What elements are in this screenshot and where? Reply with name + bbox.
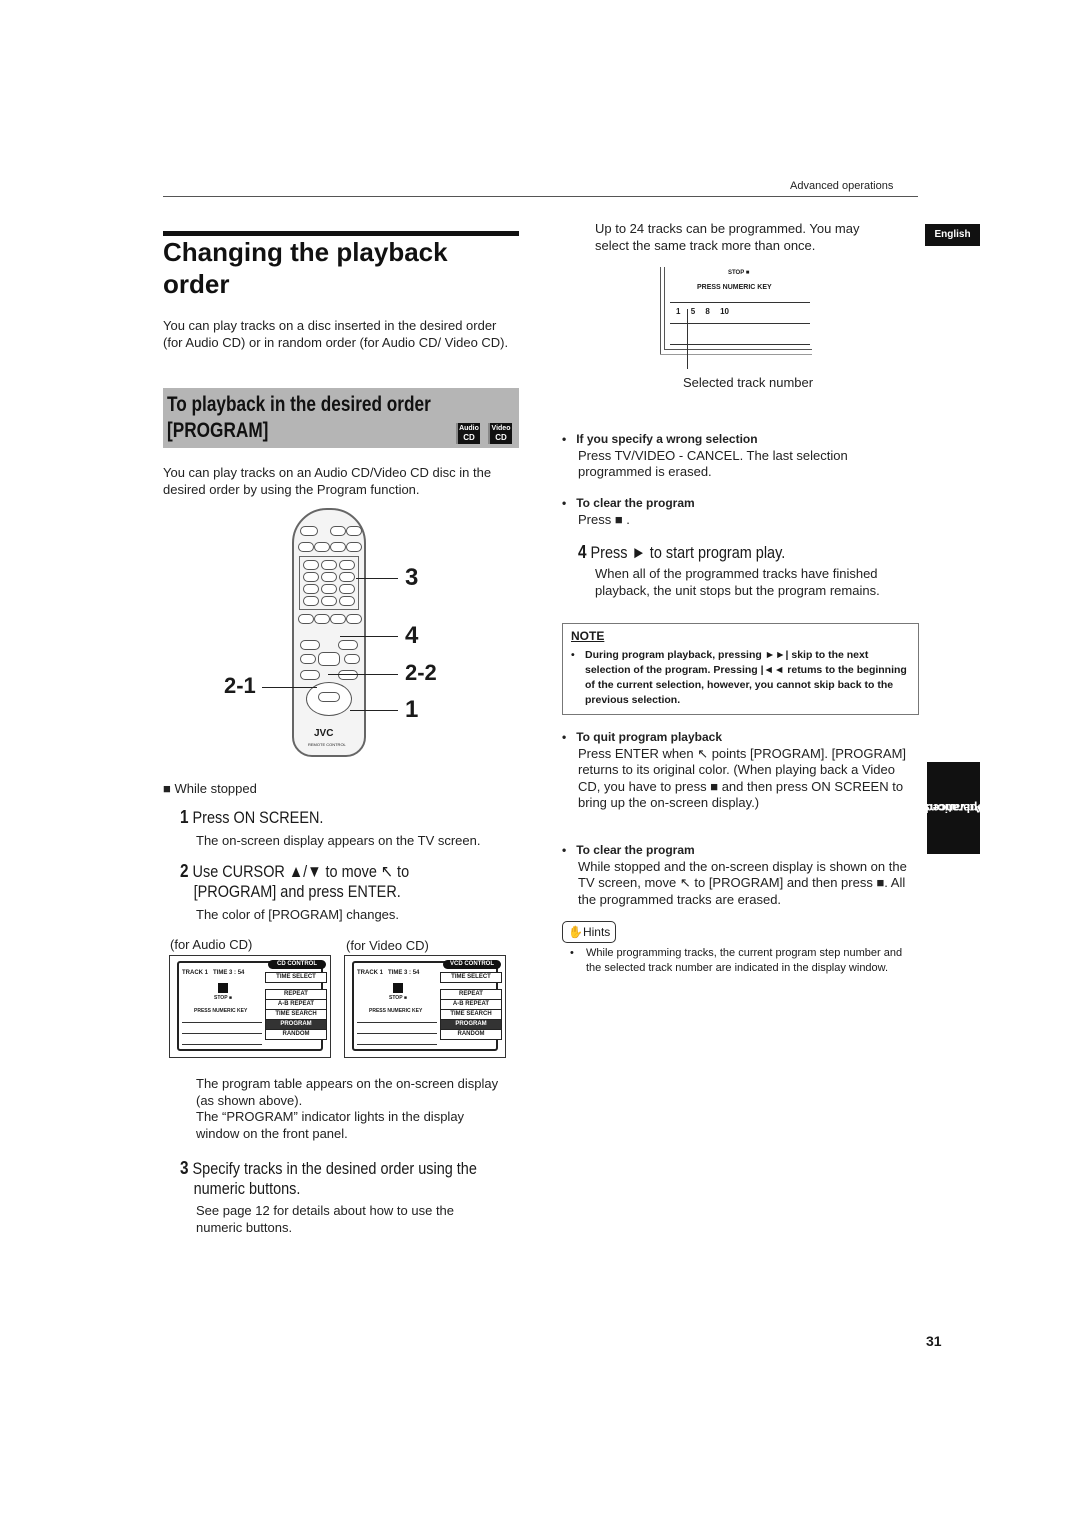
stop-icon — [393, 983, 403, 993]
osd-menu-time-select[interactable]: TIME SELECT — [440, 972, 502, 983]
remote-key — [346, 526, 362, 536]
step-2-detail: The color of [PROGRAM] changes. — [196, 907, 400, 922]
note-box: NOTE • During program playback, pressing … — [562, 623, 919, 715]
page-title: Changing the playback order — [163, 237, 448, 299]
remote-key-10 — [303, 596, 319, 606]
step-3: 3 Specify tracks in the desined order us… — [180, 1158, 477, 1198]
osd-track: TRACK 1 TIME 3 : 54 — [357, 970, 420, 976]
remote-key-5 — [321, 572, 337, 582]
remote-key-9 — [339, 584, 355, 594]
remote-slow-key — [338, 670, 358, 680]
bullet-wrong-selection: • If you specify a wrong selection Press… — [562, 432, 848, 479]
hints-text: • While programming tracks, the current p… — [570, 947, 903, 974]
remote-key-3 — [339, 560, 355, 570]
intro-text: You can play tracks on a disc inserted i… — [163, 318, 509, 350]
osd-caption-audio: (for Audio CD) — [170, 937, 253, 952]
remote-key-8 — [321, 584, 337, 594]
callout-4: 4 — [405, 622, 419, 649]
step-1: 1 Press ON SCREEN. — [180, 807, 324, 827]
audio-cd-badge: Audio CD — [456, 423, 480, 444]
osd-track: TRACK 1 TIME 3 : 54 — [182, 970, 245, 976]
osd-screen-video: VCD CONTROL TRACK 1 TIME 3 : 54 STOP ■ P… — [344, 955, 506, 1058]
remote-key-2 — [321, 560, 337, 570]
osd-slot-grid — [182, 1016, 262, 1045]
osd-menu-random[interactable]: RANDOM — [440, 1029, 502, 1040]
remote-brand: JVC — [314, 728, 334, 739]
osd-tab: VCD CONTROL — [443, 960, 501, 969]
remote-key — [346, 542, 362, 552]
bullet-clear-program: • To clear the program Press ■ . — [562, 496, 695, 527]
callout-line — [350, 710, 398, 711]
remote-key — [330, 526, 346, 536]
remote-play-key — [318, 652, 340, 666]
osd-caption-video: (for Video CD) — [346, 938, 429, 953]
callout-line — [328, 674, 398, 675]
remote-open-close-key — [300, 526, 318, 536]
note-text: • During program playback, pressing ►►| s… — [571, 649, 907, 706]
remote-key — [330, 542, 346, 552]
figure-caption: Selected track number — [683, 375, 814, 390]
remote-stop-key — [300, 654, 316, 664]
header-rule — [163, 196, 918, 197]
program-slot-grid — [670, 294, 810, 345]
remote-key-1 — [303, 560, 319, 570]
hand-icon: ✋ — [568, 925, 583, 939]
section-desc: You can play tracks on an Audio CD/Video… — [163, 465, 492, 497]
remote-control-illustration: JVC REMOTE CONTROL — [292, 508, 366, 757]
remote-key-6 — [339, 572, 355, 582]
pointer-line — [687, 309, 688, 369]
hints-label: ✋Hints — [562, 921, 617, 943]
remote-key — [330, 614, 346, 624]
osd-slot-grid — [357, 1016, 437, 1045]
remote-prev-key — [300, 640, 320, 650]
condition-label: ■ While stopped — [163, 781, 257, 796]
osd-screen-audio: CD CONTROL TRACK 1 TIME 3 : 54 STOP ■ PR… — [169, 955, 331, 1058]
remote-label: REMOTE CONTROL — [308, 742, 346, 747]
remote-key — [346, 614, 362, 624]
remote-key-0 — [321, 596, 337, 606]
stop-icon — [218, 983, 228, 993]
remote-key-4 — [303, 572, 319, 582]
callout-2-2: 2-2 — [405, 660, 437, 685]
callout-3: 3 — [405, 564, 419, 591]
remote-key — [298, 542, 314, 552]
page-number: 31 — [926, 1333, 942, 1349]
remote-key — [298, 614, 314, 624]
note-title: NOTE — [571, 629, 605, 643]
callout-line — [340, 636, 398, 637]
remote-slow-key — [300, 670, 320, 680]
callout-2-1: 2-1 — [224, 673, 256, 698]
remote-key-7 — [303, 584, 319, 594]
step-2: 2 Use CURSOR ▲/▼ to move ↖ to [PROGRAM] a… — [180, 861, 410, 901]
osd-menu-time-select[interactable]: TIME SELECT — [265, 972, 327, 983]
bullet-clear-program-2: • To clear the program While stopped and… — [562, 843, 907, 907]
step-4: 4 Press ► to start program play. — [578, 542, 786, 562]
section-title-line1: To playback in the desired order — [167, 393, 431, 416]
program-table-figure: STOP ■ PRESS NUMERIC KEY 1 5 8 10 — [660, 267, 812, 369]
osd-menu-random[interactable]: RANDOM — [265, 1029, 327, 1040]
remote-key — [314, 542, 330, 552]
remote-enter-key — [318, 692, 340, 702]
callout-line — [356, 578, 398, 579]
callout-1: 1 — [405, 696, 419, 723]
video-cd-badge: Video CD — [488, 423, 512, 444]
step-1-detail: The on-screen display appears on the TV … — [196, 833, 481, 848]
step-3-detail: See page 12 for details about how to use… — [196, 1203, 455, 1235]
bullet-quit-program: • To quit program playback Press ENTER w… — [562, 730, 907, 810]
after-osd-text: The program table appears on the on-scre… — [196, 1076, 499, 1141]
step-4-detail: When all of the programmed tracks have f… — [595, 566, 880, 598]
remote-key — [314, 614, 330, 624]
running-header: Advanced operations — [790, 180, 894, 192]
callout-line — [262, 687, 317, 688]
language-tab[interactable]: English — [925, 224, 980, 246]
remote-key-plus10 — [339, 596, 355, 606]
osd-tab: CD CONTROL — [268, 960, 326, 969]
remote-next-key — [338, 640, 358, 650]
chapter-tab[interactable]: Advanced operations — [923, 762, 984, 854]
remote-pause-key — [344, 654, 360, 664]
right-intro: Up to 24 tracks can be programmed. You m… — [595, 221, 860, 253]
